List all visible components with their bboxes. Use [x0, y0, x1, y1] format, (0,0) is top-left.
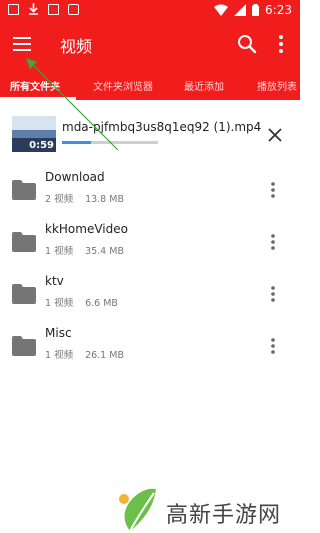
folder-more-button[interactable]	[266, 284, 280, 304]
leaf-logo-icon	[119, 488, 156, 532]
folder-count: 1 视频	[45, 246, 74, 257]
folder-meta: 2 视频 13.8 MB	[45, 191, 124, 205]
folder-more-button[interactable]	[266, 232, 280, 252]
recent-video-item[interactable]: 0:59 mda-pjfmbq3us8q1eq92 (1).mp4	[0, 108, 300, 160]
video-progress-fill	[62, 141, 91, 144]
video-name: mda-pjfmbq3us8q1eq92 (1).mp4	[62, 120, 262, 134]
folder-count: 1 视频	[45, 298, 74, 309]
folder-item-download[interactable]: Download 2 视频 13.8 MB	[0, 164, 300, 216]
video-progress-bar	[62, 141, 158, 144]
battery-icon	[252, 4, 260, 16]
folder-name: kkHomeVideo	[45, 222, 128, 236]
toolbar: 视频	[0, 22, 300, 66]
folder-size: 6.6 MB	[85, 298, 118, 309]
wifi-icon	[214, 4, 229, 16]
video-thumbnail: 0:59	[12, 116, 56, 152]
video-duration: 0:59	[29, 140, 54, 151]
folder-more-button[interactable]	[266, 336, 280, 356]
tab-all-folders[interactable]: 所有文件夹	[10, 78, 60, 93]
tab-folder-browser[interactable]: 文件夹浏览器	[93, 78, 153, 93]
folder-meta: 1 视频 6.6 MB	[45, 295, 118, 309]
menu-button[interactable]	[10, 32, 34, 56]
folder-name: Download	[45, 170, 105, 184]
more-vert-icon	[271, 234, 275, 250]
folder-count: 2 视频	[45, 194, 74, 205]
status-time: 6:23	[265, 3, 292, 17]
notification-icon	[68, 3, 79, 15]
folder-meta: 1 视频 26.1 MB	[45, 347, 124, 361]
folder-item-misc[interactable]: Misc 1 视频 26.1 MB	[0, 320, 300, 372]
folder-more-button[interactable]	[266, 180, 280, 200]
more-vert-icon	[271, 286, 275, 302]
folder-size: 35.4 MB	[85, 246, 124, 257]
menu-icon	[13, 37, 31, 39]
folder-size: 26.1 MB	[85, 350, 124, 361]
search-button[interactable]	[235, 32, 259, 56]
signal-icon	[234, 4, 247, 16]
folder-icon	[12, 284, 36, 304]
search-icon	[238, 35, 257, 54]
download-icon	[29, 3, 38, 15]
folder-item-ktv[interactable]: ktv 1 视频 6.6 MB	[0, 268, 300, 320]
close-button[interactable]	[266, 126, 284, 144]
tab-playlists[interactable]: 播放列表	[257, 78, 297, 93]
page-title: 视频	[60, 37, 93, 56]
close-icon	[268, 128, 282, 142]
tab-bar: 所有文件夹 文件夹浏览器 最近添加 播放列表	[0, 66, 300, 100]
folder-item-kkhomevideo[interactable]: kkHomeVideo 1 视频 35.4 MB	[0, 216, 300, 268]
folder-icon	[12, 336, 36, 356]
app-header: 6:23 视频 所有文件夹 文件夹浏览器 最近添加 播放列表	[0, 0, 300, 100]
folder-icon	[12, 180, 36, 200]
folder-size: 13.8 MB	[85, 194, 124, 205]
folder-name: ktv	[45, 274, 64, 288]
folder-meta: 1 视频 35.4 MB	[45, 243, 124, 257]
tab-indicator	[0, 97, 76, 100]
folder-icon	[12, 232, 36, 252]
app-icon	[48, 3, 59, 15]
overflow-menu-button[interactable]	[272, 32, 290, 56]
more-vert-icon	[271, 338, 275, 354]
folder-name: Misc	[45, 326, 72, 340]
status-bar: 6:23	[0, 0, 300, 22]
tab-recently-added[interactable]: 最近添加	[184, 78, 224, 93]
more-vert-icon	[279, 35, 283, 53]
watermark: 高新手游网	[110, 485, 300, 533]
photo-icon	[8, 3, 19, 15]
more-vert-icon	[271, 182, 275, 198]
folder-count: 1 视频	[45, 350, 74, 361]
watermark-text: 高新手游网	[166, 503, 282, 528]
